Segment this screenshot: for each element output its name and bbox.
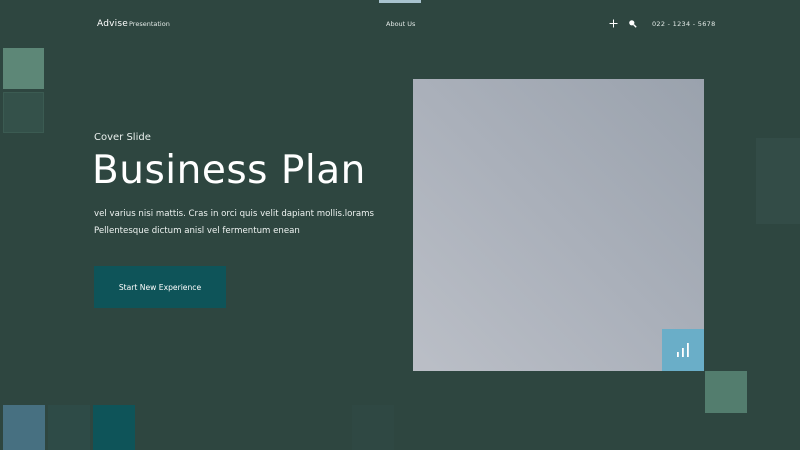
top-accent-bar bbox=[379, 0, 421, 3]
decor-square bbox=[3, 92, 44, 133]
decor-square bbox=[48, 405, 90, 450]
brand-logo[interactable]: Advise bbox=[97, 19, 128, 29]
slide-label: Cover Slide bbox=[94, 132, 151, 143]
hero-body-line: vel varius nisi mattis. Cras in orci qui… bbox=[94, 209, 374, 219]
bar-chart-icon bbox=[677, 343, 689, 357]
decor-square bbox=[705, 371, 747, 413]
search-icon[interactable] bbox=[628, 19, 637, 28]
nav-link-about[interactable]: About Us bbox=[386, 20, 415, 28]
plus-icon[interactable] bbox=[609, 19, 618, 28]
hero-image-placeholder bbox=[413, 79, 704, 371]
chart-badge[interactable] bbox=[662, 329, 704, 371]
decor-square bbox=[352, 405, 394, 450]
decor-square bbox=[3, 48, 44, 89]
start-experience-label: Start New Experience bbox=[118, 282, 202, 292]
decor-square bbox=[756, 138, 800, 224]
start-experience-button[interactable]: Start New Experience bbox=[94, 266, 226, 308]
phone-number[interactable]: 022 - 1234 - 5678 bbox=[652, 20, 716, 28]
hero-body-line: Pellentesque dictum anisl vel fermentum … bbox=[94, 226, 300, 236]
decor-square bbox=[3, 405, 45, 450]
brand-subtitle: Presentation bbox=[129, 20, 170, 28]
decor-square bbox=[93, 405, 135, 450]
page-title: Business Plan bbox=[92, 148, 366, 193]
